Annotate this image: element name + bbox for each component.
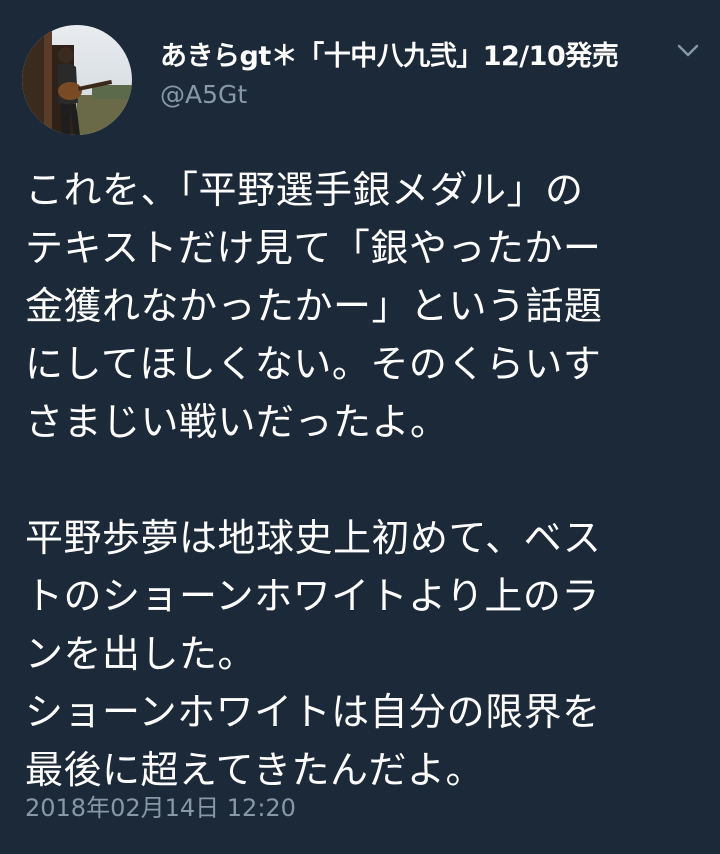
user-handle[interactable]: @A5Gt	[160, 77, 660, 113]
tweet-header: あきらgt＊「十中八九弐」12/10発売 @A5Gt	[22, 25, 702, 135]
tweet-timestamp[interactable]: 2018年02月14日 12:20	[25, 790, 296, 826]
tweet-card: あきらgt＊「十中八九弐」12/10発売 @A5Gt これを、「平野選手銀メダル…	[0, 0, 720, 854]
tweet-text: これを、「平野選手銀メダル」の テキストだけ見て「銀やったかー 金獲れなかったか…	[25, 168, 603, 792]
avatar[interactable]	[22, 25, 132, 135]
avatar-image	[22, 25, 132, 135]
user-names: あきらgt＊「十中八九弐」12/10発売 @A5Gt	[160, 39, 660, 113]
display-name[interactable]: あきらgt＊「十中八九弐」12/10発売	[160, 39, 660, 75]
chevron-down-icon[interactable]	[674, 37, 702, 65]
